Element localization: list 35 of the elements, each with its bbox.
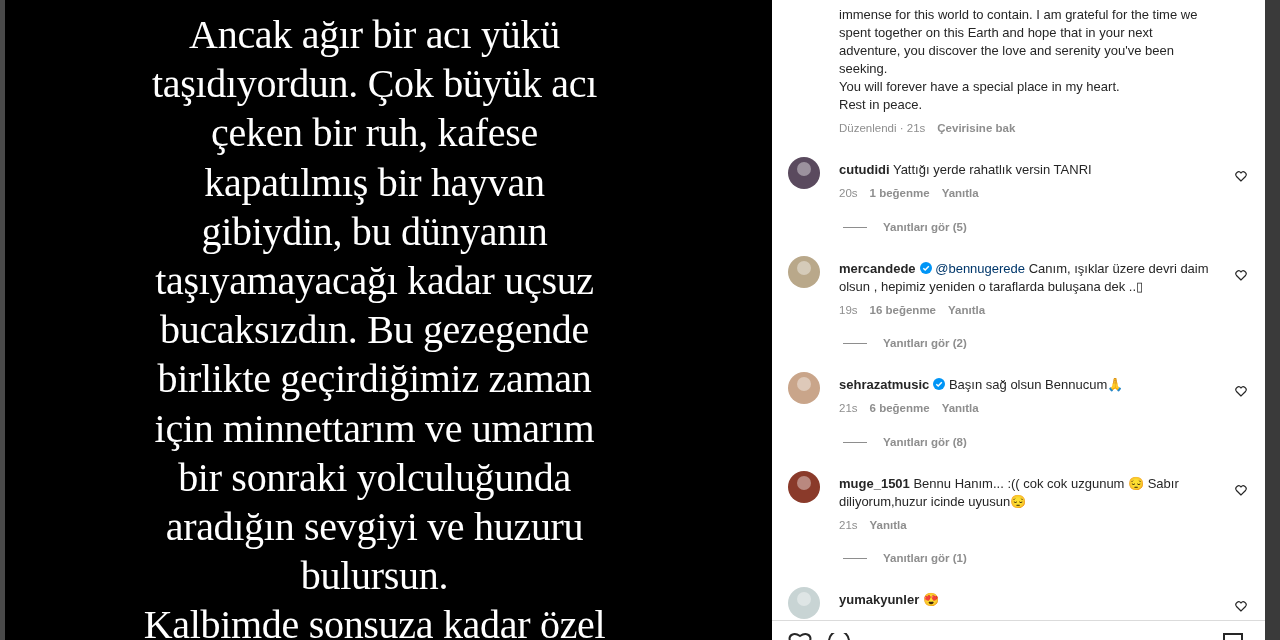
comment-text: yumakyunler 😍: [839, 591, 940, 610]
comment-text: sehrazatmusic Başın sağ olsun Bennucum🙏: [839, 376, 1125, 395]
comment-time: 21s: [839, 517, 858, 533]
post-image-text: Ancak ağır bir acı yükü taşıdıyordun. Çok büyük acı çeken bir ruh, kafese kapatılmış bir hayvan gibiydin, bu dünyanın taşıyamayacağı kadar uçsuz bucaksızdın. Bu gezegende birlikte geçirdiğimiz zaman için minnettarım ve umarım bir sonraki yolculuğunda aradığın sevgiyi ve huzuru bulursun. Kalbimde sonsuza kadar özel: [143, 11, 606, 640]
avatar[interactable]: [788, 470, 820, 503]
edited-time: Düzenlendi · 21s: [839, 121, 926, 136]
reply-link[interactable]: Yanıtla: [948, 301, 986, 319]
view-replies-link[interactable]: Yanıtları gör (5): [883, 218, 967, 236]
comment-icon[interactable]: [828, 633, 850, 640]
view-replies-link[interactable]: Yanıtları gör (8): [883, 433, 967, 451]
comment-time: 20s: [839, 186, 858, 202]
view-replies-link[interactable]: Yanıtları gör (2): [883, 335, 967, 353]
caption-text: immense for this world to contain. I am grateful for the time we spent together on this Earth and hope that in your next adventure, you discover the love and serenity you've been seeking. You will forever have a special place in my heart. Rest in peace.: [839, 6, 1199, 114]
mention-link[interactable]: @bennugerede: [935, 260, 1026, 276]
comment-text: cutudidi Yattığı yerde rahatlık versin TANRI: [839, 161, 1093, 180]
likes-count[interactable]: 16 beğenme: [869, 301, 937, 319]
scrollbar[interactable]: [1265, 0, 1280, 640]
heart-icon[interactable]: [1235, 269, 1247, 281]
comment-time: 19s: [839, 302, 858, 318]
likes-count[interactable]: 6 beğenme: [869, 400, 930, 418]
translate-link[interactable]: Çevirisine bak: [937, 120, 1016, 138]
comment-text: muge_1501 Bennu Hanım... :(( cok cok uzgunum 😔 Sabır diliyorum,huzur icinde uyusun😔: [839, 474, 1180, 511]
bookmark-icon[interactable]: [1223, 633, 1243, 640]
avatar[interactable]: [788, 157, 820, 190]
comment-text: mercandede @bennugerede Canım, ışıklar üzere devri daim olsun , hepimiz yeniden o taraflarda buluşana dek ..▯: [839, 259, 1210, 296]
heart-icon[interactable]: [1235, 484, 1247, 496]
reply-link[interactable]: Yanıtla: [869, 516, 907, 534]
heart-icon[interactable]: [1235, 386, 1247, 398]
likes-count[interactable]: 1 beğenme: [869, 185, 930, 203]
reply-link[interactable]: Yanıtla: [941, 185, 979, 203]
heart-icon[interactable]: [1235, 171, 1247, 183]
reply-link[interactable]: Yanıtla: [941, 400, 979, 418]
heart-icon[interactable]: [1235, 601, 1247, 613]
comment-time: 21s: [839, 401, 858, 417]
view-replies-link[interactable]: Yanıtları gör (1): [883, 550, 967, 568]
